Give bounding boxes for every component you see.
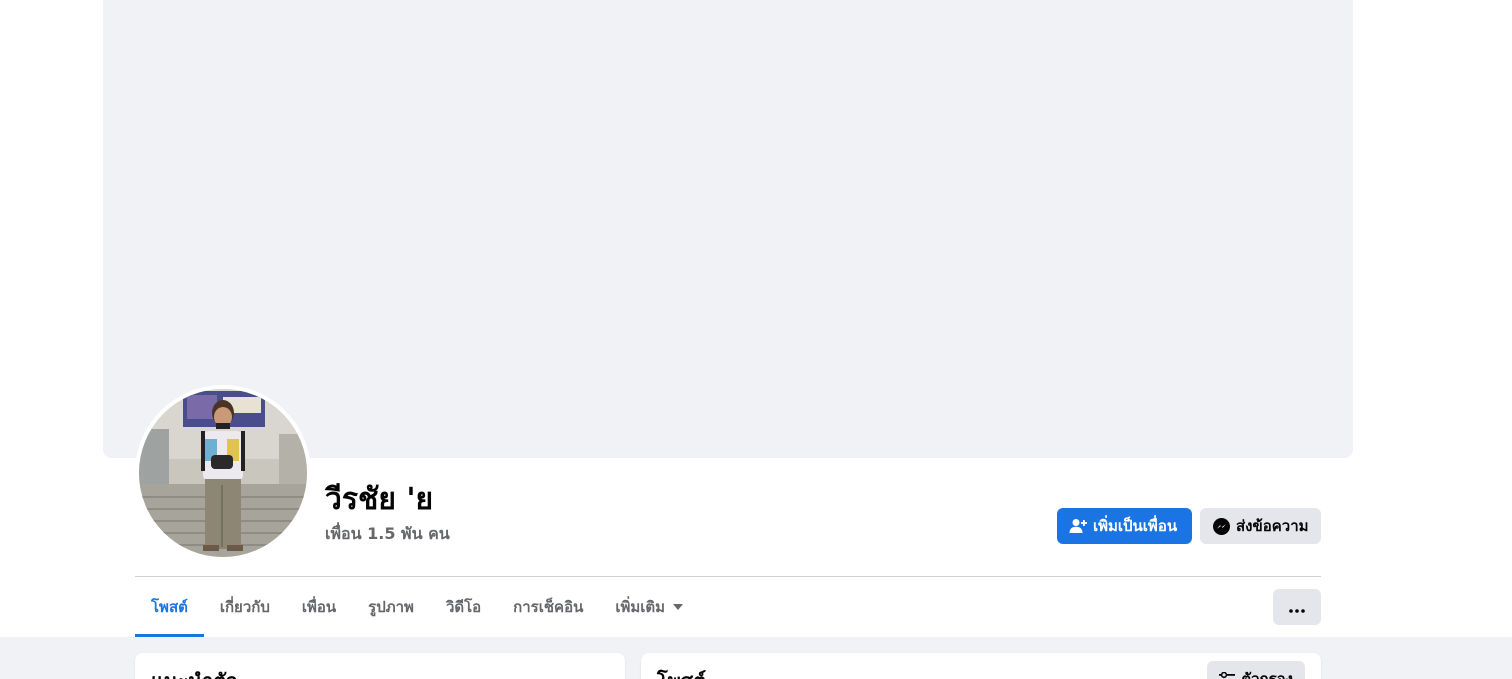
intro-card: แนะนำตัว: [135, 653, 625, 679]
posts-title: โพสต์: [657, 665, 706, 679]
add-friend-icon: [1069, 517, 1087, 535]
tab-label: เพื่อน: [301, 598, 337, 616]
filter-label: ตัวกรอง: [1241, 670, 1293, 679]
filter-icon: [1219, 672, 1236, 679]
filter-button[interactable]: ตัวกรอง: [1207, 661, 1305, 679]
tab-check-ins[interactable]: การเช็คอิน: [497, 577, 599, 637]
tab-friends[interactable]: เพื่อน: [286, 577, 352, 637]
tab-videos[interactable]: วิดีโอ: [430, 577, 497, 637]
tab-about[interactable]: เกี่ยวกับ: [204, 577, 286, 637]
caret-down-icon: [673, 604, 684, 610]
cover-photo[interactable]: [103, 0, 1353, 458]
more-options-button[interactable]: [1273, 589, 1321, 625]
profile-page: วีรชัย 'ย เพื่อน 1.5 พัน คน เพิ่มเป็นเพื…: [0, 0, 1512, 679]
tab-posts[interactable]: โพสต์: [135, 577, 204, 637]
tab-label: การเช็คอิน: [513, 598, 584, 616]
tab-label: โพสต์: [151, 598, 188, 616]
tab-label: เกี่ยวกับ: [219, 598, 270, 616]
profile-picture-frame: [135, 385, 311, 561]
tab-more[interactable]: เพิ่มเติม: [599, 577, 699, 637]
posts-card: โพสต์ ตัวกรอง: [641, 653, 1321, 679]
add-friend-label: เพิ่มเป็นเพื่อน: [1093, 517, 1178, 535]
profile-name: วีรชัย 'ย: [325, 482, 434, 517]
tab-label: รูปภาพ: [368, 598, 414, 616]
more-dots-icon: [1289, 598, 1305, 617]
profile-picture[interactable]: [139, 389, 307, 557]
message-label: ส่งข้อความ: [1236, 517, 1309, 535]
messenger-icon: [1212, 517, 1230, 535]
message-button[interactable]: ส่งข้อความ: [1200, 508, 1321, 544]
tab-label: เพิ่มเติม: [615, 598, 666, 616]
intro-title: แนะนำตัว: [151, 665, 237, 679]
add-friend-button[interactable]: เพิ่มเป็นเพื่อน: [1057, 508, 1192, 544]
friends-count[interactable]: เพื่อน 1.5 พัน คน: [325, 523, 450, 545]
tab-label: วิดีโอ: [445, 598, 482, 616]
profile-tabs: โพสต์ เกี่ยวกับ เพื่อน รูปภาพ วิดีโอ การ…: [135, 577, 699, 637]
tab-photos[interactable]: รูปภาพ: [352, 577, 430, 637]
